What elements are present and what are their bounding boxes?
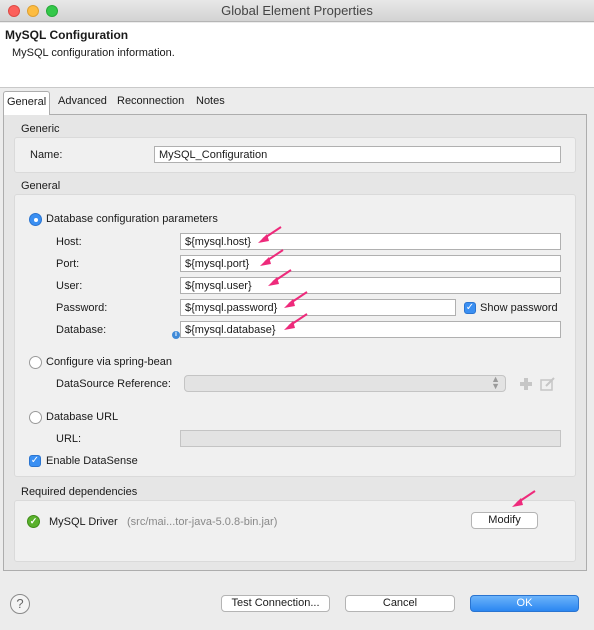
annotation-arrow-icon [512,490,536,507]
datasource-label: DataSource Reference: [56,378,171,390]
ok-button[interactable]: OK [470,595,579,612]
annotation-arrow-icon [284,291,308,308]
tab-general[interactable]: General [3,91,51,115]
dependencies-section-label: Required dependencies [21,486,138,498]
db-params-radio[interactable] [29,213,42,226]
show-password-label: Show password [480,302,558,314]
show-password-checkbox[interactable]: ✓ [464,302,476,314]
generic-section-label: Generic [21,123,60,135]
general-section-label: General [21,180,61,192]
name-field[interactable]: MySQL_Configuration [154,146,561,163]
spring-bean-radio[interactable] [29,356,42,369]
header-title: MySQL Configuration [5,28,129,42]
port-label: Port: [56,258,80,270]
dependencies-group [14,500,576,562]
title-bar: Global Element Properties [0,0,594,22]
dialog-header: MySQL Configuration MySQL configuration … [0,23,594,88]
enable-datasense-checkbox[interactable]: ✓ [29,455,41,467]
info-icon: i [172,331,180,339]
tab-reconnection[interactable]: Reconnection [114,91,187,114]
database-field[interactable]: ${mysql.database} [180,321,561,338]
name-label: Name: [30,149,63,161]
annotation-arrow-icon [268,269,292,286]
url-field[interactable] [180,430,561,447]
annotation-arrow-icon [258,226,282,243]
tab-advanced[interactable]: Advanced [55,91,110,114]
db-params-label: Database configuration parameters [46,213,218,225]
db-url-radio[interactable] [29,411,42,424]
tab-notes[interactable]: Notes [193,91,228,114]
driver-status-ok-icon: ✓ [27,515,40,528]
database-label: Database: [56,324,107,336]
password-field[interactable]: ${mysql.password} [180,299,456,316]
test-connection-button[interactable]: Test Connection... [221,595,330,612]
user-field[interactable]: ${mysql.user} [180,277,561,294]
port-field[interactable]: ${mysql.port} [180,255,561,272]
db-url-label: Database URL [46,411,119,423]
datasource-select[interactable]: ▲ ▼ [184,375,506,392]
header-description: MySQL configuration information. [12,47,175,59]
user-label: User: [56,280,83,292]
select-arrows-icon: ▲ ▼ [491,375,500,391]
window-title: Global Element Properties [221,3,373,18]
driver-path: (src/mai...tor-java-5.0.8-bin.jar) [127,516,278,528]
add-bean-icon[interactable] [518,376,534,392]
host-field[interactable]: ${mysql.host} [180,233,561,250]
annotation-arrow-icon [260,249,284,266]
modify-button[interactable]: Modify [471,512,538,529]
cancel-button[interactable]: Cancel [345,595,455,612]
help-icon[interactable]: ? [10,594,30,614]
edit-bean-icon[interactable] [540,376,556,392]
driver-name: MySQL Driver [49,516,118,528]
spring-bean-label: Configure via spring-bean [46,356,172,368]
url-label: URL: [56,433,82,445]
annotation-arrow-icon [284,313,308,330]
password-label: Password: [56,302,108,314]
host-label: Host: [56,236,82,248]
enable-datasense-label: Enable DataSense [46,455,138,467]
